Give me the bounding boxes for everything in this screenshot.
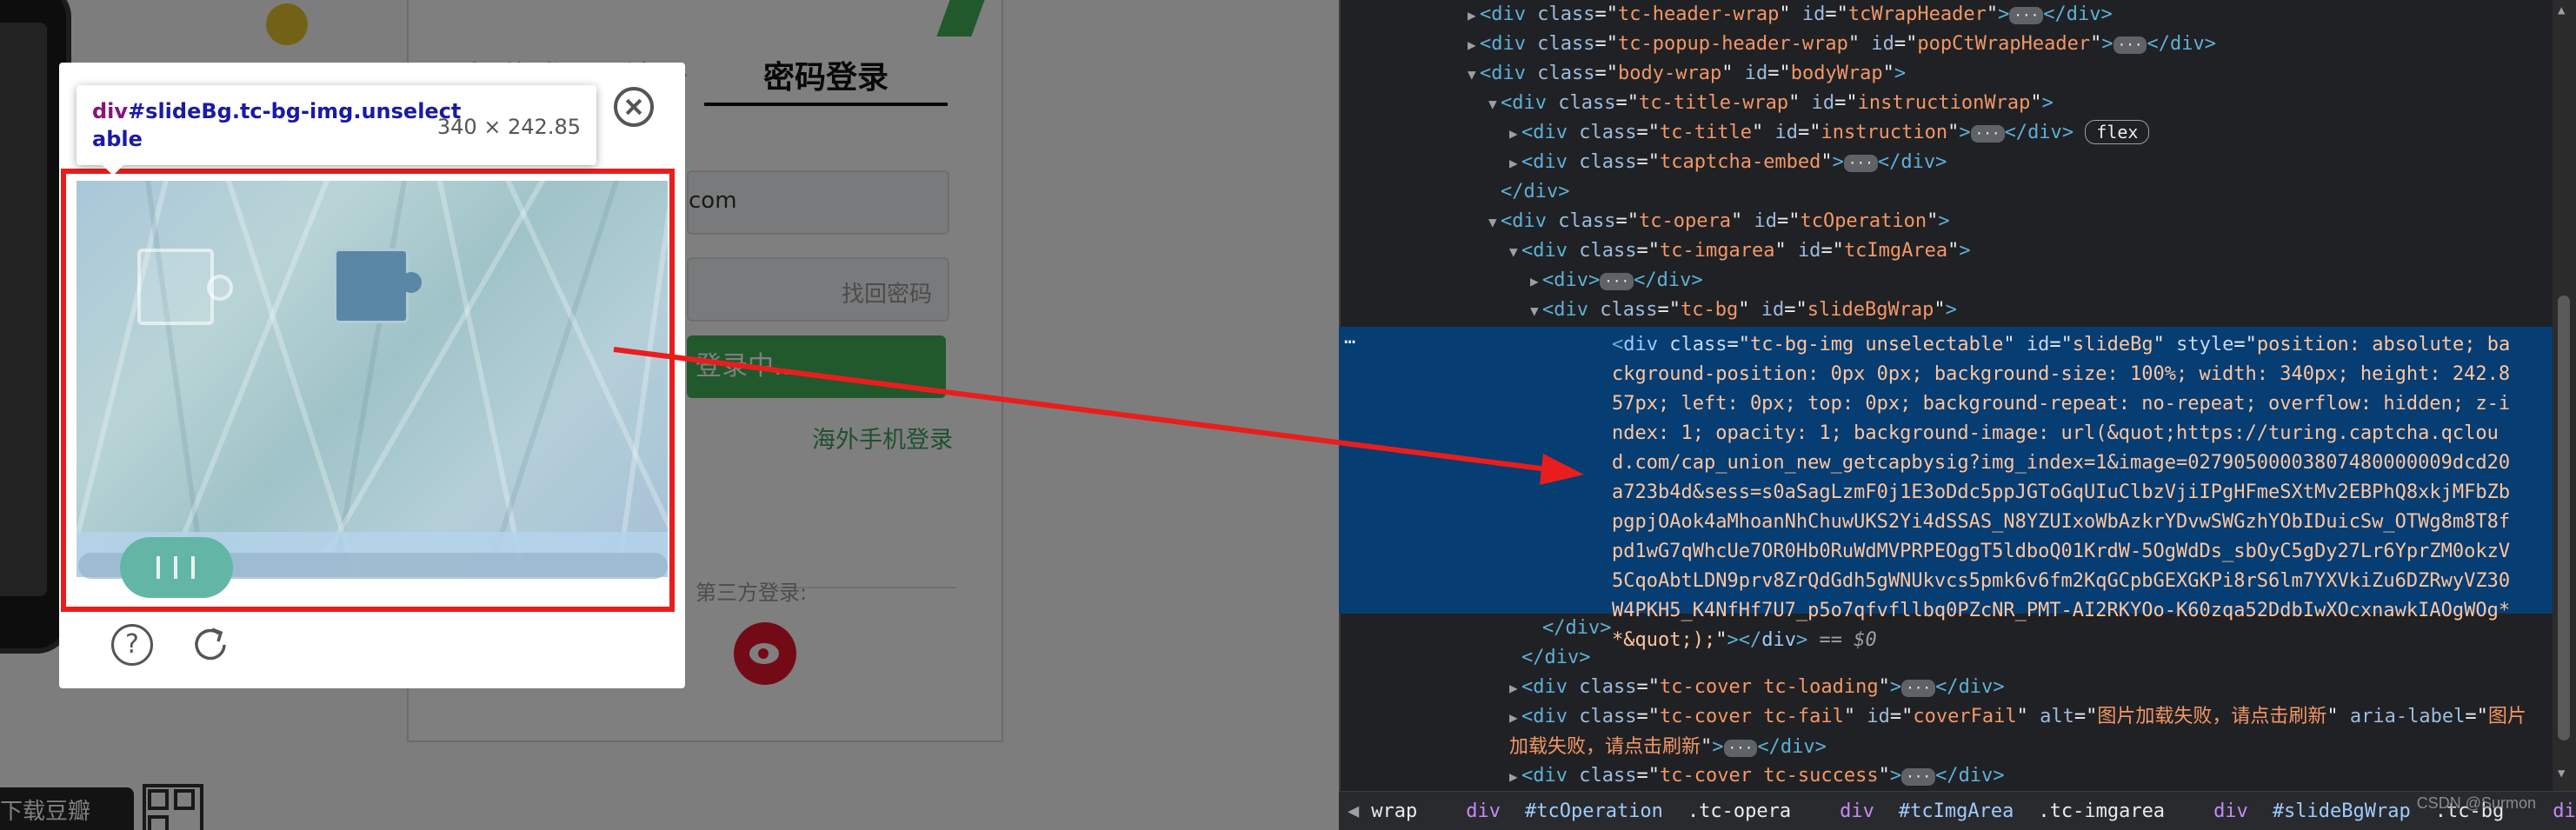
expand-triangle-icon: ▶: [1468, 37, 1476, 53]
collapsed-children-icon: ···: [1843, 155, 1878, 172]
devtools-panel: ▶ <div class="tc-header-wrap" id="tcWrapH…: [1339, 0, 2576, 830]
breadcrumb-left-icon: ◀: [1348, 800, 1360, 822]
dom-node-line[interactable]: ▼ <div class="tc-bg" id="slideBgWrap">: [1530, 295, 1957, 325]
dom-node-line[interactable]: </div>: [1488, 177, 1570, 207]
expand-triangle-icon: ▶: [1509, 680, 1518, 696]
web-page: 短信登录 / 注册 密码登录 com 找回密码 登录中... 海外手机登录 第三…: [0, 0, 1339, 830]
collapsed-children-icon: ···: [1970, 125, 2005, 143]
dom-node-line[interactable]: ▼ <div class="body-wrap" id="bodyWrap">: [1468, 59, 1906, 89]
scroll-down-icon[interactable]: ▼: [2558, 767, 2565, 780]
breadcrumb: ◀ wrap div #tcOperation .tc-opera div #tcImgAr…: [1339, 791, 2576, 830]
dom-node-line[interactable]: ▶ <div class="tc-cover tc-success"> ··· </d…: [1509, 761, 2005, 791]
expand-triangle-icon: ▼: [1509, 243, 1518, 260]
inspect-tooltip: div#slideBg.tc-bg-img.unselectable 340 ×…: [77, 85, 596, 176]
expand-triangle-icon: ▶: [1530, 273, 1539, 289]
node-menu-icon[interactable]: …: [1344, 327, 1355, 349]
scrollbar-thumb[interactable]: [2558, 295, 2570, 740]
tooltip-dimensions: 340 × 242.85: [436, 115, 581, 139]
expand-triangle-icon: ▶: [1509, 768, 1518, 785]
tooltip-selector: div#slideBg.tc-bg-img.unselectable: [92, 97, 475, 153]
dom-node-line[interactable]: ▶ <div> ··· </div>: [1530, 266, 1703, 295]
dom-node-line[interactable]: ▼ <div class="tc-imgarea" id="tcImgArea">: [1509, 236, 1971, 266]
expand-triangle-icon: ▼: [1488, 96, 1497, 112]
dom-node-line[interactable]: ▼ <div class="tc-title-wrap" id="instruct…: [1488, 89, 2053, 118]
breadcrumb-item[interactable]: div#slideBg.tc-bg-img.unselectable: [2553, 800, 2576, 822]
selected-node-code[interactable]: <div class="tc-bg-img unselectable" id="…: [1612, 330, 2521, 655]
collapsed-children-icon: ···: [1901, 680, 1936, 697]
breadcrumb-item[interactable]: wrap: [1371, 800, 1441, 822]
flex-badge: flex: [2085, 120, 2150, 144]
expand-triangle-icon: ▶: [1509, 709, 1518, 726]
breadcrumb-item[interactable]: div #tcImgArea .tc-imgarea: [1840, 800, 2189, 822]
tooltip-selector-text: #slideBg.tc-bg-img.unselectable: [92, 99, 462, 151]
collapsed-children-icon: ···: [1901, 768, 1936, 786]
highlight-box: [61, 169, 675, 612]
breadcrumb-item[interactable]: div #tcOperation .tc-opera: [1466, 800, 1815, 822]
collapsed-children-icon: ···: [1723, 740, 1758, 757]
expand-triangle-icon: ▼: [1468, 66, 1476, 83]
dom-node-line[interactable]: ▶ <div class="tc-cover tc-loading"> ··· </d…: [1509, 673, 2005, 702]
dom-node-line[interactable]: </div>: [1509, 643, 1591, 673]
expand-triangle-icon: ▶: [1509, 125, 1518, 142]
dom-node-line[interactable]: ▶ <div class="tc-header-wrap" id="tcWrapH…: [1468, 0, 2113, 30]
expand-triangle-icon: ▼: [1530, 302, 1539, 319]
scroll-up-icon[interactable]: ▲: [2558, 3, 2565, 17]
dom-node-line[interactable]: ▶ <div class="tc-cover tc-fail" id="cover…: [1509, 702, 2544, 761]
close-icon[interactable]: [614, 87, 654, 127]
expand-triangle-icon: ▶: [1509, 155, 1518, 171]
collapsed-children-icon: ···: [1600, 273, 1634, 290]
expand-triangle-icon: ▶: [1468, 7, 1476, 23]
collapsed-children-icon: ···: [2113, 37, 2147, 54]
refresh-icon[interactable]: [188, 622, 233, 667]
dom-node-line[interactable]: ▶ <div class="tc-title" id="instruction">…: [1509, 118, 2150, 148]
dom-node-line[interactable]: ▶ <div class="tc-popup-header-wrap" id="p…: [1468, 30, 2216, 59]
dom-node-line[interactable]: ▼ <div class="tc-opera" id="tcOperation">: [1488, 207, 1950, 236]
tooltip-tag: div: [92, 99, 129, 123]
collapsed-children-icon: ···: [2009, 7, 2044, 24]
watermark: CSDN @Surmon: [2416, 794, 2536, 812]
dom-node-line[interactable]: ▶ <div class="tcaptcha-embed"> ··· </div>: [1509, 148, 1947, 177]
dom-node-line[interactable]: </div>: [1530, 614, 1612, 643]
help-icon[interactable]: ?: [111, 624, 153, 666]
expand-triangle-icon: ▼: [1488, 214, 1497, 230]
scrollbar[interactable]: ▲ ▼: [2553, 0, 2576, 791]
